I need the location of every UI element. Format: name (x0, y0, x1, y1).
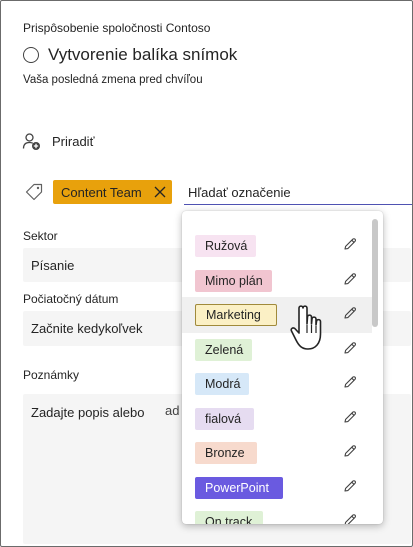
tag-option[interactable]: fialová (182, 401, 372, 437)
pencil-icon[interactable] (343, 341, 357, 360)
tag-option[interactable]: Marketing (182, 297, 372, 333)
tag-option-label: fialová (195, 407, 254, 430)
tag-option-label: Modrá (195, 373, 250, 395)
tag-option[interactable]: On track (182, 504, 372, 524)
notes-placeholder: Zadajte popis alebo (31, 405, 145, 420)
pencil-icon[interactable] (343, 444, 357, 463)
hand-pointer-icon (290, 305, 322, 350)
pencil-icon[interactable] (343, 513, 357, 524)
task-title[interactable]: Vytvorenie balíka snímok (48, 45, 237, 65)
tag-option[interactable]: Zelená (182, 332, 372, 368)
tag-option[interactable]: Bronze (182, 435, 372, 471)
pencil-icon[interactable] (343, 375, 357, 394)
tag-dropdown: Ružová Mimo plán Marketing Zelená Modrá fialo… (182, 211, 383, 524)
pencil-icon[interactable] (343, 272, 357, 291)
assign-button[interactable]: Priradiť (22, 132, 94, 151)
notes-trailing-text: ad (165, 403, 180, 418)
scrollbar[interactable] (372, 219, 378, 519)
tag-option-label: Bronze (195, 442, 257, 464)
assign-label: Priradiť (52, 134, 95, 149)
remove-tag-icon[interactable] (154, 186, 166, 198)
tag-option-label: Ružová (195, 235, 257, 257)
selected-tag-label: Content Team (61, 184, 142, 200)
start-date-label: Počiatočný dátum (23, 292, 119, 306)
scrollbar-thumb[interactable] (372, 219, 378, 327)
tag-option[interactable]: Modrá (182, 366, 372, 402)
notes-label: Poznámky (23, 368, 80, 382)
sector-label: Sektor (23, 229, 58, 243)
tag-row: Content Team (1, 177, 412, 207)
add-person-icon (22, 133, 40, 150)
selected-tag-chip[interactable]: Content Team (53, 180, 172, 204)
complete-radio[interactable] (23, 47, 39, 63)
last-change-text: Vaša posledná zmena pred chvíľou (23, 74, 203, 86)
tag-option-label: Zelená (195, 338, 253, 361)
pencil-icon[interactable] (343, 237, 357, 256)
tag-option[interactable]: Mimo plán (182, 263, 372, 299)
tag-option[interactable]: PowerPoint (182, 470, 372, 506)
tag-option-label: PowerPoint (195, 476, 283, 499)
tag-search-input[interactable] (184, 180, 412, 205)
task-title-row: Vytvorenie balíka snímok (23, 45, 237, 65)
pencil-icon[interactable] (343, 306, 357, 325)
pencil-icon[interactable] (343, 479, 357, 498)
tag-icon (25, 183, 43, 201)
app-name: Prispôsobenie spoločnosti Contoso (23, 21, 211, 35)
tag-option[interactable]: Ružová (182, 228, 372, 264)
tag-option-label: Mimo plán (195, 269, 272, 292)
task-card: Prispôsobenie spoločnosti Contoso Vytvor… (0, 0, 413, 547)
pencil-icon[interactable] (343, 410, 357, 429)
tag-option-label: On track (195, 511, 263, 524)
tag-option-label: Marketing (195, 304, 277, 326)
